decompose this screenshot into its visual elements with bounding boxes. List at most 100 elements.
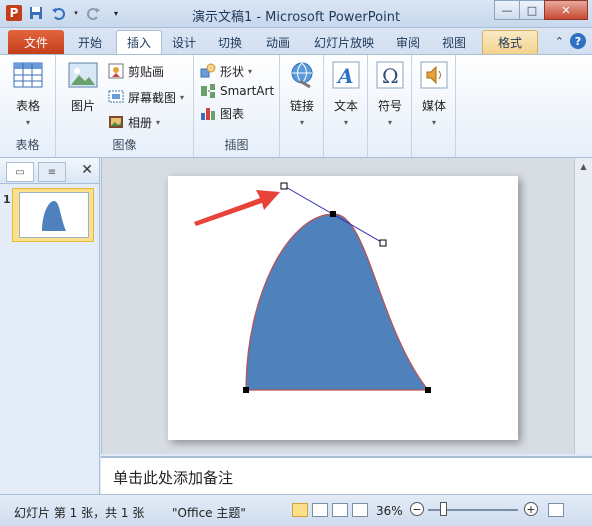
table-button[interactable]: 表格 ▾ [10,59,46,127]
media-dropdown-icon: ▾ [431,118,436,127]
slides-panel-tabs: ▭ ≡ ✕ [0,158,99,184]
minimize-button[interactable]: — [494,0,520,20]
notes-pane[interactable]: 单击此处添加备注 [101,456,592,494]
slide-thumbnail[interactable]: 1 [3,188,94,242]
group-media: 媒体 ▾ [412,55,456,157]
zoom-level[interactable]: 36% [376,504,403,518]
svg-text:Ω: Ω [382,64,399,88]
album-icon [109,116,123,128]
minimize-icon: — [501,3,513,17]
text-label: 文本 [333,99,358,113]
fit-to-window-icon[interactable] [548,503,564,517]
zoom-slider-thumb[interactable] [440,502,447,516]
smartart-button[interactable]: SmartArt [200,81,274,101]
picture-icon [68,62,98,88]
link-icon [291,62,313,89]
smartart-icon [201,84,215,98]
ribbon: 表格 ▾ 表格 图片 剪贴画 屏幕截图 ▾ 相册 ▾ 图像 形状 ▾ Smart… [0,54,592,158]
slide-canvas[interactable] [168,176,518,440]
close-icon: ✕ [561,3,571,17]
tab-animations[interactable]: 动画 [256,30,300,54]
tangent-handle-left[interactable] [280,182,288,190]
tab-view[interactable]: 视图 [432,30,476,54]
omega-icon: Ω [376,61,404,89]
close-button[interactable]: ✕ [544,0,588,20]
close-panel-icon[interactable]: ✕ [81,162,93,178]
text-button[interactable]: A 文本 ▾ [330,59,362,127]
slide-content [194,182,431,393]
shapes-icon [200,63,216,78]
chart-button[interactable]: 图表 [200,103,244,123]
group-table: 表格 ▾ 表格 [0,55,56,157]
slides-tab[interactable]: ▭ [6,162,34,182]
picture-label: 图片 [70,99,95,113]
picture-button[interactable]: 图片 [64,59,102,114]
links-label: 链接 [289,99,314,113]
tab-review[interactable]: 审阅 [386,30,430,54]
outline-tab[interactable]: ≡ [38,162,66,182]
scroll-up-icon[interactable]: ▲ [575,158,592,174]
outline-tab-icon: ≡ [47,166,57,178]
screenshot-button[interactable]: 屏幕截图 ▾ [108,87,184,107]
slides-panel: ▭ ≡ ✕ 1 [0,158,100,494]
text-icon: A [332,61,360,89]
window-controls: — □ ✕ [494,0,588,20]
tab-file[interactable]: 文件 [8,30,64,54]
slideshow-view-icon[interactable] [352,503,368,517]
svg-text:A: A [336,64,354,88]
maximize-button[interactable]: □ [519,0,545,20]
tab-slideshow[interactable]: 幻灯片放映 [304,30,384,54]
ribbon-tabs: 文件 开始 插入 设计 切换 动画 幻灯片放映 审阅 视图 格式 ⌃ ? [0,28,592,54]
clipart-button[interactable]: 剪贴画 [108,61,164,81]
help-icon[interactable]: ? [570,33,586,49]
zoom-out-icon[interactable]: − [410,502,424,516]
group-label-image: 图像 [112,138,137,152]
vertex-handle-bottom-left[interactable] [243,387,249,393]
table-dropdown-icon: ▾ [25,118,30,127]
notes-placeholder[interactable]: 单击此处添加备注 [113,467,233,488]
title-bar: P ▾ ▾ 演示文稿1 - Microsoft PowerPoint — □ ✕ [0,0,592,28]
slide-thumbnail-preview [19,192,89,238]
screenshot-icon [108,90,124,103]
vertex-handle-bottom-right[interactable] [425,387,431,393]
table-label: 表格 [15,99,40,113]
album-label: 相册 [128,115,153,130]
links-button[interactable]: 链接 ▾ [286,59,318,127]
chart-label: 图表 [220,106,245,121]
chart-icon [201,108,215,120]
screenshot-label: 屏幕截图 [128,90,177,105]
clipart-icon [108,63,124,79]
group-links: 链接 ▾ [280,55,324,157]
group-symbols: Ω 符号 ▾ [368,55,412,157]
group-image: 图片 剪贴画 屏幕截图 ▾ 相册 ▾ 图像 [56,55,194,157]
theme-status[interactable]: "Office 主题" [172,504,246,521]
zoom-in-icon[interactable]: + [524,502,538,516]
status-bar: 幻灯片 第 1 张，共 1 张 "Office 主题" 36% − + [0,494,592,526]
minimize-ribbon-icon[interactable]: ⌃ [555,35,564,48]
vertex-handle-top[interactable] [330,211,336,217]
tab-design[interactable]: 设计 [162,30,206,54]
slide-sorter-view-icon[interactable] [312,503,328,517]
normal-view-icon[interactable] [292,503,308,517]
shapes-dropdown-icon: ▾ [248,66,253,76]
freeform-shape[interactable] [245,213,430,391]
symbols-button[interactable]: Ω 符号 ▾ [374,59,406,127]
shapes-label: 形状 [220,64,245,79]
slide-count-status: 幻灯片 第 1 张，共 1 张 [14,506,145,520]
shapes-button[interactable]: 形状 ▾ [200,61,252,81]
tab-insert[interactable]: 插入 [116,30,163,54]
group-illustrations: 形状 ▾ SmartArt 图表 插图 [194,55,280,157]
tab-transitions[interactable]: 切换 [208,30,252,54]
maximize-icon: □ [526,3,538,17]
symbols-dropdown-icon: ▾ [387,118,392,127]
tab-home[interactable]: 开始 [68,30,112,54]
tangent-handle-right[interactable] [379,239,387,247]
group-text: A 文本 ▾ [324,55,368,157]
media-button[interactable]: 媒体 ▾ [418,59,450,127]
tab-format[interactable]: 格式 [482,30,538,54]
symbols-label: 符号 [377,99,402,113]
clipart-label: 剪贴画 [128,64,165,79]
vertical-scrollbar[interactable]: ▲ [574,158,592,454]
reading-view-icon[interactable] [332,503,348,517]
album-button[interactable]: 相册 ▾ [108,112,160,132]
